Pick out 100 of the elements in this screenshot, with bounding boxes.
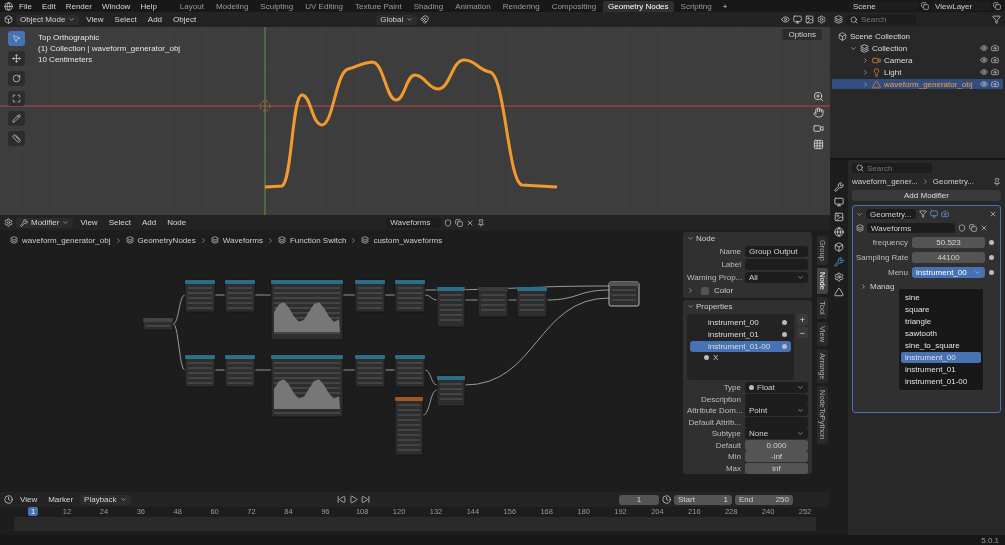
pin-icon[interactable]: [993, 177, 1001, 186]
node-field[interactable]: All: [745, 272, 808, 283]
input-field[interactable]: instrument_00: [912, 267, 985, 278]
outliner-row[interactable]: waveform_generator_obj: [832, 79, 1003, 89]
workspace-tab[interactable]: UV Editing: [300, 0, 349, 12]
socket-label[interactable]: X: [713, 353, 719, 362]
tool-button[interactable]: [8, 91, 25, 106]
hand-icon[interactable]: [813, 107, 824, 118]
property-field[interactable]: Point: [745, 405, 808, 416]
modifier-name-field[interactable]: Geometry...: [866, 209, 916, 219]
scene-field[interactable]: Scene: [849, 1, 919, 11]
outliner-row[interactable]: Light: [832, 67, 1003, 77]
node-card[interactable]: [477, 286, 509, 318]
options-button[interactable]: Options: [782, 29, 822, 40]
grid-icon[interactable]: [813, 139, 824, 150]
search-field[interactable]: Search: [846, 14, 916, 25]
copy-icon[interactable]: [455, 218, 464, 227]
camera-icon[interactable]: [941, 210, 949, 218]
menu-item[interactable]: Marker: [44, 495, 78, 504]
menu-item[interactable]: Add: [137, 218, 161, 227]
editor-dropdown[interactable]: Modifier: [16, 217, 74, 228]
monitor-icon[interactable]: [793, 15, 802, 24]
clock-icon[interactable]: [4, 495, 13, 504]
list-icon[interactable]: [834, 15, 843, 24]
select-tool-button[interactable]: [8, 31, 25, 46]
tool-button[interactable]: [8, 111, 25, 126]
outliner-row[interactable]: Camera: [832, 55, 1003, 65]
node-card[interactable]: [436, 375, 466, 407]
property-field[interactable]: -inf: [745, 451, 808, 462]
chevron-down-icon[interactable]: [797, 407, 804, 414]
copy-icon[interactable]: [969, 224, 977, 232]
rotate-icon[interactable]: [12, 74, 21, 83]
menu-option[interactable]: triangle: [901, 316, 981, 327]
filter-icon[interactable]: [919, 210, 927, 218]
camera-icon[interactable]: [813, 123, 824, 134]
magnet-icon[interactable]: [420, 15, 430, 24]
camera-icon[interactable]: [991, 80, 999, 88]
menu-option[interactable]: instrument_01-00: [901, 376, 981, 387]
workspace-tab[interactable]: Compositing: [546, 0, 602, 12]
workspace-tab[interactable]: Geometry Nodes: [603, 0, 674, 12]
menu-item[interactable]: Help: [136, 1, 161, 11]
node-tree-field[interactable]: Waveforms: [867, 223, 955, 233]
chevron-down-icon[interactable]: [797, 430, 804, 437]
copy-icon[interactable]: [993, 2, 1001, 10]
node-card[interactable]: [270, 354, 344, 418]
chevron-down-icon[interactable]: [797, 274, 804, 281]
eye-icon[interactable]: [980, 44, 988, 52]
playback-dropdown[interactable]: Playback: [80, 494, 131, 505]
menu-option[interactable]: square: [901, 304, 981, 315]
world-icon[interactable]: [834, 227, 844, 237]
menu-item[interactable]: File: [15, 1, 36, 11]
node-card[interactable]: [270, 279, 344, 341]
chevron-down-icon[interactable]: [68, 16, 76, 23]
node-card[interactable]: [394, 279, 426, 313]
property-field[interactable]: Float: [745, 382, 808, 393]
section-title[interactable]: Manag: [870, 282, 895, 291]
outliner-row[interactable]: Scene Collection: [832, 31, 1003, 41]
menu-option[interactable]: sine: [901, 292, 981, 303]
eye-icon[interactable]: [781, 15, 790, 24]
panel-title[interactable]: Node: [696, 234, 716, 243]
scale-icon[interactable]: [12, 94, 21, 103]
menu-option[interactable]: sawtooth: [901, 328, 981, 339]
node-card[interactable]: [184, 279, 216, 313]
tool-button[interactable]: [8, 131, 25, 146]
start-frame-field[interactable]: Start 1: [674, 494, 732, 505]
eye-icon[interactable]: [980, 56, 988, 64]
add-modifier-button[interactable]: Add Modifier: [852, 190, 1001, 201]
menu-option[interactable]: instrument_00: [901, 352, 981, 363]
input-field[interactable]: 50.523: [912, 237, 985, 248]
render-icon[interactable]: [834, 197, 844, 207]
copy-icon[interactable]: [921, 2, 929, 10]
camera-icon[interactable]: [991, 56, 999, 64]
menu-item[interactable]: Render: [61, 1, 96, 11]
chevron-down-icon[interactable]: [62, 219, 70, 226]
property-field[interactable]: inf: [745, 462, 808, 474]
breadcrumb-text[interactable]: Function Switch: [289, 235, 347, 245]
zoom-icon[interactable]: [813, 91, 824, 102]
menu-item[interactable]: View: [16, 495, 42, 504]
menu-item[interactable]: View: [76, 218, 102, 227]
add-button[interactable]: +: [797, 314, 808, 325]
chevron-down-icon[interactable]: [856, 210, 863, 218]
socket-item[interactable]: instrument_01-00: [690, 341, 791, 352]
eye-icon[interactable]: [980, 80, 988, 88]
color-checkbox[interactable]: [701, 286, 709, 295]
menu-item[interactable]: Add: [143, 15, 167, 24]
object-icon[interactable]: [834, 242, 844, 252]
node-tree-field[interactable]: Waveforms: [386, 217, 442, 228]
wrench-icon[interactable]: [20, 218, 28, 227]
pin-icon[interactable]: [477, 218, 486, 227]
outliner-row[interactable]: Collection: [832, 43, 1003, 53]
shield-icon[interactable]: [444, 218, 453, 227]
chevron-down-icon[interactable]: [850, 44, 857, 52]
panel-title[interactable]: Properties: [696, 302, 733, 311]
chevron-right-icon[interactable]: [860, 283, 867, 290]
chevron-down-icon[interactable]: [406, 16, 414, 23]
ruler-icon[interactable]: [12, 134, 21, 143]
settings-icon[interactable]: [817, 15, 826, 24]
menu-option[interactable]: instrument_01: [901, 364, 981, 375]
breadcrumb-text[interactable]: Geometry...: [932, 177, 974, 186]
workspace-tab[interactable]: Rendering: [497, 0, 545, 12]
